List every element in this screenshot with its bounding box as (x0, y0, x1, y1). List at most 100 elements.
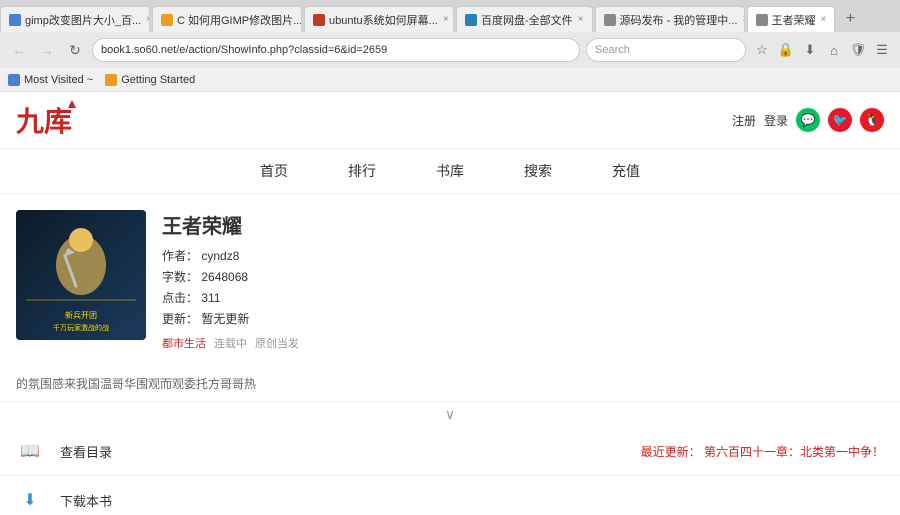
bookmarks-bar: Most Visited ~ Getting Started (0, 68, 900, 92)
wechat-icon[interactable]: 💬 (796, 108, 820, 132)
weibo-icon[interactable]: 🐦 (828, 108, 852, 132)
latest-chapter: 第六百四十一章：北类第一中争！ (704, 445, 884, 459)
browser-chrome: gimp改变图片大小_百... × C 如何用GIMP修改图片... × ubu… (0, 0, 900, 92)
bookmark-label: Most Visited ~ (24, 74, 93, 86)
views-label: 点击： (162, 291, 198, 305)
svg-text:千万玩家激战的战: 千万玩家激战的战 (53, 323, 109, 332)
book-update: 更新： 暂无更新 (162, 310, 884, 327)
book-wordcount: 字数： 2648068 (162, 268, 884, 285)
tab-label: ubuntu系统如何屏幕... (329, 12, 438, 28)
catalog-action-row: 📖 查看目录 最近更新： 第六百四十一章：北类第一中争！ (0, 427, 900, 476)
download-icon: ⬇ (16, 486, 44, 514)
tab-close-btn[interactable]: × (742, 14, 744, 25)
tab-favicon (313, 14, 325, 26)
register-link[interactable]: 注册 (732, 112, 756, 129)
book-detail: 新兵开团 千万玩家激战的战 王者荣耀 作者： cyndz8 字数： 264806… (0, 194, 900, 367)
nav-item-library[interactable]: 书库 (436, 157, 464, 185)
tab-label: 王者荣耀 (772, 12, 816, 28)
lock-icon[interactable]: 🔒 (776, 40, 796, 60)
tag-genre[interactable]: 都市生活 (162, 335, 206, 351)
tab-favicon (604, 14, 616, 26)
tag-original: 原创当发 (255, 335, 299, 351)
description-text: 的氛围感来我国温哥华围观而观委托方哥哥热 (16, 377, 256, 391)
tab-favicon (465, 14, 477, 26)
tab-label: 百度网盘-全部文件 (481, 12, 573, 28)
header-right: 注册 登录 💬 🐦 🐧 (732, 108, 884, 132)
update-label: 更新： (162, 312, 198, 326)
forward-button[interactable]: → (36, 39, 58, 61)
bookmark-favicon (8, 74, 20, 86)
book-views: 点击： 311 (162, 289, 884, 306)
update-value: 暂无更新 (201, 312, 249, 326)
wordcount-value: 2648068 (201, 270, 248, 284)
author-value: cyndz8 (201, 249, 239, 263)
logo-text: 九库 (16, 107, 72, 138)
nav-menu: 首页 排行 书库 搜索 充值 (0, 149, 900, 194)
cover-image: 新兵开团 千万玩家激战的战 (16, 210, 146, 340)
book-description: 的氛围感来我国温哥华围观而观委托方哥哥热 (0, 367, 900, 402)
nav-bar: ← → ↻ book1.so60.net/e/action/ShowInfo.p… (0, 32, 900, 68)
book-tags: 都市生活 连载中 原创当发 (162, 335, 884, 351)
search-bar[interactable]: Search (586, 38, 746, 62)
nav-item-rank[interactable]: 排行 (348, 157, 376, 185)
bookmark-favicon (105, 74, 117, 86)
download-nav-icon[interactable]: ⬇ (800, 40, 820, 60)
url-bar[interactable]: book1.so60.net/e/action/ShowInfo.php?cla… (92, 38, 580, 62)
expand-button[interactable]: ∨ (0, 402, 900, 427)
nav-icons: ☆ 🔒 ⬇ ⌂ 🛡 ☰ (752, 40, 892, 60)
book-author: 作者： cyndz8 (162, 247, 884, 264)
catalog-label[interactable]: 查看目录 (60, 442, 625, 461)
tab-label: C 如何用GIMP修改图片... (177, 12, 302, 28)
tab-favicon (9, 14, 21, 26)
tab-close-btn[interactable]: × (443, 14, 449, 25)
latest-chapter-link[interactable]: 最近更新： 第六百四十一章：北类第一中争！ (641, 443, 884, 460)
star-icon[interactable]: ☆ (752, 40, 772, 60)
tab-gimp[interactable]: gimp改变图片大小_百... × (0, 6, 150, 32)
getting-started-bookmark[interactable]: Getting Started (105, 74, 195, 86)
most-visited-bookmark[interactable]: Most Visited ~ (8, 74, 93, 86)
back-button[interactable]: ← (8, 39, 30, 61)
tab-favicon (756, 14, 768, 26)
site-logo[interactable]: 九库 (16, 100, 72, 140)
book-info: 王者荣耀 作者： cyndz8 字数： 2648068 点击： 311 更新： … (162, 210, 884, 351)
reload-button[interactable]: ↻ (64, 39, 86, 61)
svg-text:新兵开团: 新兵开团 (65, 310, 97, 320)
tab-wangzhe[interactable]: 王者荣耀 × (747, 6, 836, 32)
home-icon[interactable]: ⌂ (824, 40, 844, 60)
author-label: 作者： (162, 249, 198, 263)
bookmark-label: Getting Started (121, 74, 195, 86)
nav-item-charge[interactable]: 充值 (612, 157, 640, 185)
tab-baidu[interactable]: 百度网盘-全部文件 × (456, 6, 593, 32)
logo-decoration (68, 100, 76, 108)
nav-item-search[interactable]: 搜索 (524, 157, 552, 185)
shield-icon[interactable]: 🛡 (848, 40, 868, 60)
menu-icon[interactable]: ☰ (872, 40, 892, 60)
latest-label: 最近更新： (641, 445, 701, 459)
download-label[interactable]: 下载本书 (60, 491, 884, 510)
new-tab-button[interactable]: + (837, 6, 863, 32)
tab-ubuntu[interactable]: ubuntu系统如何屏幕... × (304, 6, 454, 32)
tab-source[interactable]: 源码发布 - 我的管理中... × (595, 6, 745, 32)
book-title: 王者荣耀 (162, 210, 884, 239)
tab-label: 源码发布 - 我的管理中... (620, 12, 738, 28)
qq-icon[interactable]: 🐧 (860, 108, 884, 132)
tab-favicon (161, 14, 173, 26)
book-cover: 新兵开团 千万玩家激战的战 (16, 210, 146, 340)
catalog-icon: 📖 (16, 437, 44, 465)
nav-item-home[interactable]: 首页 (260, 157, 288, 185)
views-value: 311 (201, 291, 220, 305)
tag-separator: 连载中 (214, 335, 247, 351)
tab-label: gimp改变图片大小_百... (25, 12, 141, 28)
wordcount-label: 字数： (162, 270, 198, 284)
tab-close-btn[interactable]: × (821, 14, 827, 25)
search-placeholder: Search (595, 44, 630, 56)
login-link[interactable]: 登录 (764, 112, 788, 129)
url-text: book1.so60.net/e/action/ShowInfo.php?cla… (101, 44, 387, 56)
tab-gimp2[interactable]: C 如何用GIMP修改图片... × (152, 6, 302, 32)
page-content: 九库 注册 登录 💬 🐦 🐧 首页 排行 书库 搜索 充值 (0, 92, 900, 515)
download-action-row: ⬇ 下载本书 (0, 476, 900, 515)
site-header: 九库 注册 登录 💬 🐦 🐧 (0, 92, 900, 149)
tab-close-btn[interactable]: × (146, 14, 150, 25)
tab-bar: gimp改变图片大小_百... × C 如何用GIMP修改图片... × ubu… (0, 0, 900, 32)
tab-close-btn[interactable]: × (578, 14, 584, 25)
